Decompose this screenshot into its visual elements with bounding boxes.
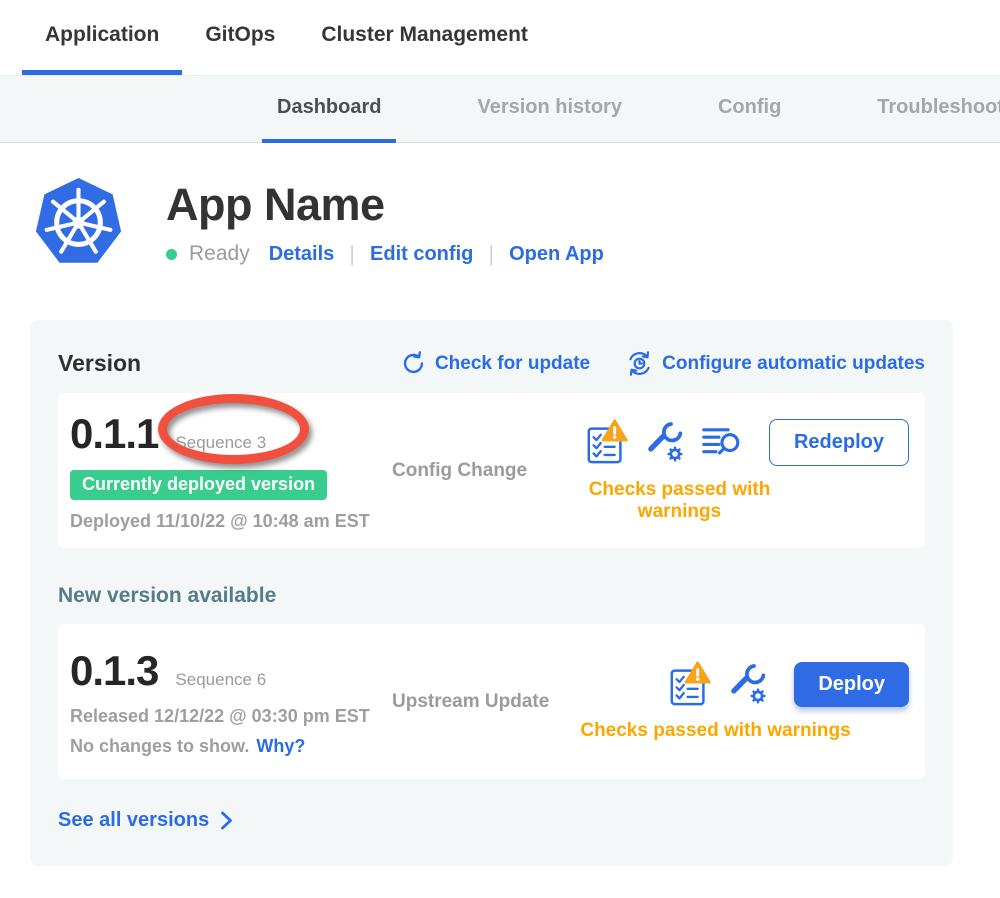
tab-dashboard[interactable]: Dashboard [262, 76, 396, 143]
refresh-icon [401, 351, 426, 376]
kubernetes-logo-icon [33, 176, 124, 270]
see-all-versions-label: See all versions [58, 809, 209, 832]
current-version-sequence: Sequence 3 [175, 433, 266, 453]
divider: | [349, 241, 355, 267]
redeploy-button[interactable]: Redeploy [769, 419, 909, 466]
clock-refresh-icon [626, 350, 653, 377]
tab-troubleshoot[interactable]: Troubleshoot [862, 76, 1000, 143]
available-version-source: Upstream Update [392, 691, 570, 713]
diff-summary-text: No changes to show. [70, 736, 249, 757]
app-sub-navigation: Dashboard Version history Config Trouble… [0, 75, 1000, 143]
wrench-gear-icon[interactable] [728, 662, 768, 706]
configure-auto-updates-link[interactable]: Configure automatic updates [626, 350, 925, 377]
new-version-heading: New version available [58, 584, 925, 608]
chevron-right-icon [220, 811, 233, 830]
available-version-sequence: Sequence 6 [175, 670, 266, 690]
deployed-badge: Currently deployed version [70, 470, 327, 500]
page-title: App Name [166, 182, 604, 227]
preflight-checklist-icon[interactable] [585, 419, 629, 465]
diff-why-link[interactable]: Why? [256, 736, 305, 757]
open-app-link[interactable]: Open App [509, 243, 604, 266]
released-timestamp: Released 12/12/22 @ 03:30 pm EST [70, 706, 392, 727]
check-for-update-label: Check for update [435, 353, 590, 375]
divider: | [488, 241, 494, 267]
status-dot [166, 249, 177, 260]
tab-config[interactable]: Config [703, 76, 796, 143]
current-version-number: 0.1.1 [70, 410, 158, 458]
configure-auto-updates-label: Configure automatic updates [662, 353, 925, 375]
tab-gitops[interactable]: GitOps [182, 0, 298, 75]
wrench-gear-icon[interactable] [645, 420, 685, 464]
status-badge: Ready [189, 242, 250, 266]
check-for-update-link[interactable]: Check for update [401, 350, 590, 377]
edit-config-link[interactable]: Edit config [370, 243, 473, 266]
tab-cluster-management[interactable]: Cluster Management [298, 0, 551, 75]
current-version-card: 0.1.1 Sequence 3 Currently deployed vers… [58, 393, 925, 548]
preflight-checklist-icon[interactable] [668, 661, 712, 707]
current-checks-status: Checks passed with warnings [570, 479, 909, 523]
top-navigation: Application GitOps Cluster Management [0, 0, 1000, 75]
available-checks-status: Checks passed with warnings [570, 720, 909, 742]
available-version-number: 0.1.3 [70, 647, 158, 695]
details-link[interactable]: Details [269, 243, 335, 266]
tab-version-history[interactable]: Version history [462, 76, 637, 143]
available-version-card: 0.1.3 Sequence 6 Released 12/12/22 @ 03:… [58, 624, 925, 779]
version-section-title: Version [58, 350, 141, 377]
current-version-source: Config Change [392, 460, 570, 482]
see-all-versions-link[interactable]: See all versions [58, 809, 233, 832]
deployed-timestamp: Deployed 11/10/22 @ 10:48 am EST [70, 511, 392, 532]
version-section: Version Check for update Configure [30, 320, 953, 866]
tab-application[interactable]: Application [22, 0, 182, 75]
app-header: App Name Ready Details | Edit config | O… [33, 176, 1000, 270]
view-files-icon[interactable] [701, 425, 743, 459]
deploy-button[interactable]: Deploy [794, 662, 909, 707]
